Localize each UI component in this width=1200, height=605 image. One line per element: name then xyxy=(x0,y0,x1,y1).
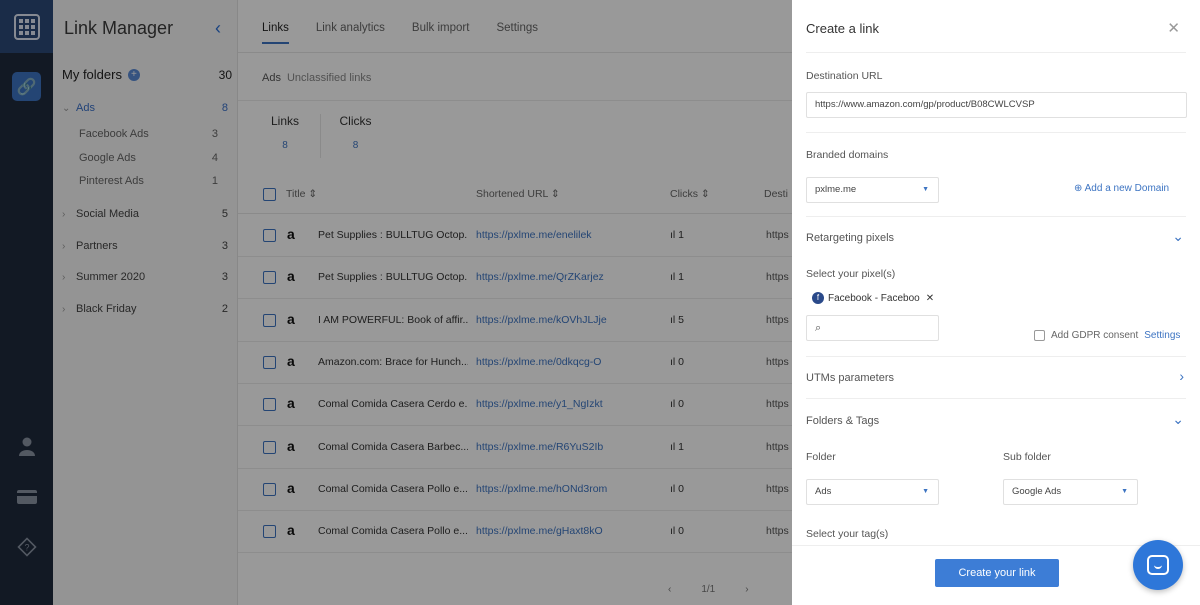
divider xyxy=(806,52,1186,53)
retargeting-section[interactable]: Retargeting pixels ⌄ xyxy=(806,228,1184,244)
destination-url-label: Destination URL xyxy=(806,70,883,82)
tags-label: Select your tag(s) xyxy=(806,528,889,540)
drawer-title: Create a link xyxy=(806,21,879,36)
gdpr-checkbox[interactable] xyxy=(1034,330,1045,341)
chevron-down-icon[interactable]: ⌄ xyxy=(1172,411,1184,428)
folder-select[interactable]: Ads xyxy=(806,479,939,505)
divider xyxy=(806,398,1186,399)
chat-icon xyxy=(1147,555,1169,575)
create-link-drawer: Create a link ✕ Destination URL https://… xyxy=(792,0,1200,605)
folders-tags-section[interactable]: Folders & Tags ⌄ xyxy=(806,411,1184,427)
remove-chip-icon[interactable]: ✕ xyxy=(926,293,934,304)
chevron-down-icon[interactable]: ⌄ xyxy=(1172,228,1184,245)
folder-label: Folder xyxy=(806,451,836,463)
pixel-chip: f Facebook - Faceboo ✕ xyxy=(812,292,934,304)
gdpr-consent[interactable]: Add GDPR consent Settings xyxy=(1034,330,1180,341)
divider xyxy=(806,132,1186,133)
pixel-search-input[interactable]: ⌕ xyxy=(806,315,939,341)
branded-domains-label: Branded domains xyxy=(806,149,889,161)
chat-launcher[interactable] xyxy=(1133,540,1183,590)
branded-domain-select[interactable]: pxlme.me xyxy=(806,177,939,203)
destination-url-input[interactable]: https://www.amazon.com/gp/product/B08CWL… xyxy=(806,92,1187,118)
divider xyxy=(806,356,1186,357)
search-icon: ⌕ xyxy=(815,322,822,334)
close-icon[interactable]: ✕ xyxy=(1167,19,1180,37)
utm-section[interactable]: UTMs parameters › xyxy=(806,368,1184,384)
modal-backdrop[interactable] xyxy=(0,0,792,605)
add-domain-link[interactable]: ⊕ Add a new Domain xyxy=(1074,183,1169,194)
facebook-icon: f xyxy=(812,292,824,304)
chevron-right-icon[interactable]: › xyxy=(1179,368,1184,384)
subfolder-label: Sub folder xyxy=(1003,451,1051,463)
create-link-button[interactable]: Create your link xyxy=(935,559,1059,587)
divider xyxy=(806,216,1186,217)
plus-circle-icon: ⊕ xyxy=(1074,183,1083,194)
settings-link[interactable]: Settings xyxy=(1144,330,1180,341)
subfolder-select[interactable]: Google Ads xyxy=(1003,479,1138,505)
select-pixels-label: Select your pixel(s) xyxy=(806,268,896,280)
